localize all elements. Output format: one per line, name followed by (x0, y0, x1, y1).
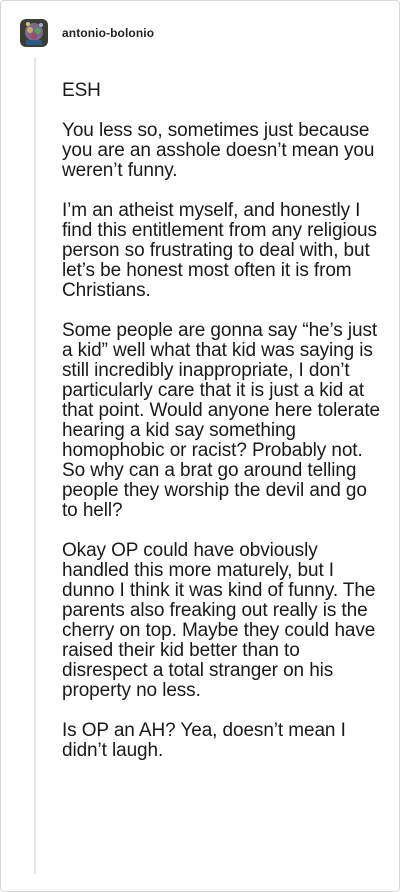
reply-header: antonio-bolonio (20, 16, 154, 50)
paragraph: Okay OP could have obviously handled thi… (62, 540, 376, 701)
paragraph: You less so, sometimes just because you … (62, 120, 375, 181)
paragraph: Is OP an AH? Yea, doesn’t mean I didn’t … (62, 720, 346, 761)
thread-line (34, 57, 36, 874)
reply-body: ESH You less so, sometimes just because … (62, 81, 384, 781)
avatar-icon[interactable] (20, 19, 48, 47)
paragraph: I’m an atheist myself, and honestly I fi… (62, 200, 377, 301)
reply-card: antonio-bolonio ESH You less so, sometim… (0, 0, 400, 892)
paragraph: Some people are gonna say “he’s just a k… (62, 320, 381, 521)
username[interactable]: antonio-bolonio (62, 26, 154, 40)
paragraph: ESH (62, 80, 101, 101)
